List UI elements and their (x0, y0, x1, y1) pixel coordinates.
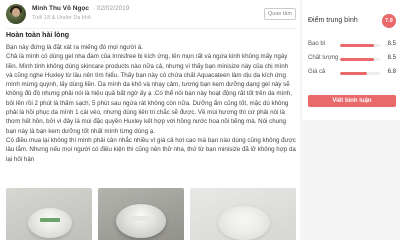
criterion-price: Giá cả 6.8 (308, 68, 396, 78)
criterion-bar-fill (340, 44, 374, 47)
write-review-button[interactable]: Viết bình luận (308, 95, 396, 107)
review-photo[interactable] (98, 188, 184, 240)
criterion-bar (340, 58, 380, 61)
criterion-quality: Chất lượng 8.5 (308, 54, 396, 64)
review-panel: Minh Thu Võ Ngọc · 02/02/2019 Tuổi 18 & … (0, 0, 300, 240)
review-date: · 02/02/2019 (92, 5, 130, 12)
criterion-packaging: Bao bì 8.5 (308, 40, 396, 50)
criterion-label: Chất lượng (308, 55, 339, 61)
user-name[interactable]: Minh Thu Võ Ngọc (32, 5, 89, 12)
review-body: Bạn này đứng là đặt xát ra miếng đó mọi … (6, 43, 296, 164)
review-photo[interactable] (190, 188, 296, 240)
criterion-value: 8.5 (387, 55, 396, 61)
criterion-value: 8.5 (387, 41, 396, 47)
review-title: Hoàn toàn hài lòng (6, 32, 69, 39)
review-paragraph: Bạn này đứng là đặt xát ra miếng đó mọi … (6, 44, 143, 51)
criterion-bar-fill (340, 58, 374, 61)
criterion-label: Giá cả (308, 69, 326, 75)
criterion-label: Bao bì (308, 41, 326, 47)
user-meta: Tuổi 18 & Under Da khô (32, 15, 91, 21)
criterion-bar-fill (340, 72, 368, 75)
review-paragraph: Chả là mình có dùng gel nha đam của Inni… (6, 53, 292, 135)
divider (6, 28, 296, 29)
review-header: Minh Thu Võ Ngọc · 02/02/2019 Tuổi 18 & … (6, 4, 296, 26)
criterion-bar (340, 72, 380, 75)
review-photos (6, 188, 296, 240)
average-score-badge: 7.9 (382, 14, 396, 28)
follow-button[interactable]: Quan tâm (264, 8, 296, 20)
score-title: Điểm trung bình (308, 17, 358, 24)
user-line: Minh Thu Võ Ngọc · 02/02/2019 (32, 5, 129, 12)
review-photo[interactable] (6, 188, 92, 240)
review-paragraph: Có điều mua lại không thì mình phải cân … (6, 136, 296, 163)
criterion-bar (340, 44, 380, 47)
score-card: Điểm trung bình 7.9 Bao bì 8.5 Chất lượn… (302, 0, 400, 120)
avatar[interactable] (6, 4, 26, 24)
criterion-value: 6.8 (387, 69, 396, 75)
score-header: Điểm trung bình 7.9 (308, 14, 396, 28)
